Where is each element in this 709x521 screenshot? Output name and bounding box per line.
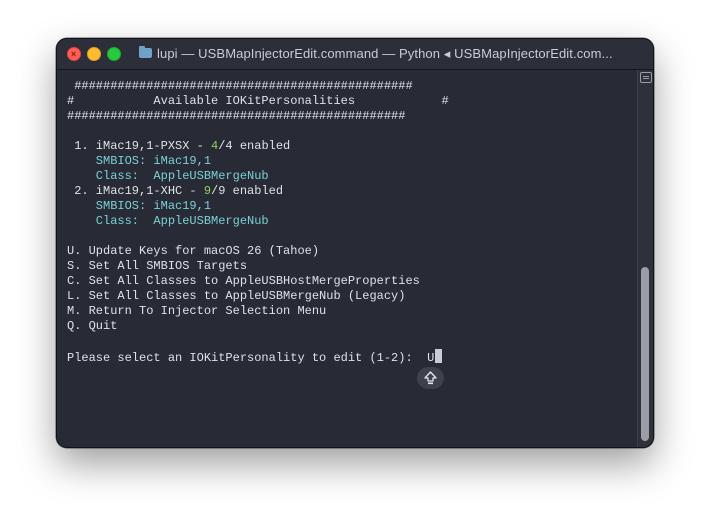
text-cursor xyxy=(435,349,443,363)
scroll-marks-icon[interactable] xyxy=(640,72,652,83)
entry-1-smbios: SMBIOS: iMac19,1 xyxy=(67,154,212,168)
close-icon: × xyxy=(71,49,77,59)
menu-option-set-merge-nub: L. Set All Classes to AppleUSBMergeNub (… xyxy=(67,289,406,303)
input-prompt-line[interactable]: Please select an IOKitPersonality to edi… xyxy=(67,349,443,365)
vertical-scrollbar[interactable] xyxy=(637,70,653,447)
prompt-text: Please select an IOKitPersonality to edi… xyxy=(67,351,428,365)
entry-2-class: Class: AppleUSBMergeNub xyxy=(67,214,269,228)
close-button[interactable]: × xyxy=(67,47,81,61)
entry-1-class: Class: AppleUSBMergeNub xyxy=(67,169,269,183)
caps-lock-shift-icon xyxy=(424,371,437,385)
folder-icon[interactable] xyxy=(139,46,152,58)
menu-option-set-host-merge: C. Set All Classes to AppleUSBHostMergeP… xyxy=(67,274,420,288)
entry-2-smbios: SMBIOS: iMac19,1 xyxy=(67,199,212,213)
entry-1-total: /4 enabled xyxy=(218,139,291,153)
typed-input[interactable]: U xyxy=(427,351,434,365)
menu-option-set-smbios: S. Set All SMBIOS Targets xyxy=(67,259,248,273)
title-bar[interactable]: × lupi — USBMapInjectorEdit.command — Py… xyxy=(57,39,653,70)
entry-2-total: /9 enabled xyxy=(211,184,284,198)
menu-option-return: M. Return To Injector Selection Menu xyxy=(67,304,327,318)
header-title-line: # Available IOKitPersonalities # xyxy=(67,94,449,108)
window-title: lupi — USBMapInjectorEdit.command — Pyth… xyxy=(157,46,613,61)
header-top-line: ########################################… xyxy=(67,79,413,93)
maximize-button[interactable] xyxy=(107,47,121,61)
personality-entry-2: 2. iMac19,1-XHC - 9/9 enabled xyxy=(67,184,283,199)
scrollbar-thumb[interactable] xyxy=(641,267,649,441)
minimize-button[interactable] xyxy=(87,47,101,61)
header-bottom-line: ########################################… xyxy=(67,109,406,123)
entry-2-name: 2. iMac19,1-XHC - xyxy=(67,184,204,198)
entry-1-name: 1. iMac19,1-PXSX - xyxy=(67,139,212,153)
entry-2-enabled-count: 9 xyxy=(203,184,212,198)
menu-option-quit: Q. Quit xyxy=(67,319,118,333)
personality-entry-1: 1. iMac19,1-PXSX - 4/4 enabled xyxy=(67,139,290,154)
terminal-output[interactable]: ########################################… xyxy=(57,70,653,447)
terminal-window: × lupi — USBMapInjectorEdit.command — Py… xyxy=(56,38,654,448)
caps-lock-indicator xyxy=(417,367,444,389)
menu-option-update-keys: U. Update Keys for macOS 26 (Tahoe) xyxy=(67,244,320,258)
